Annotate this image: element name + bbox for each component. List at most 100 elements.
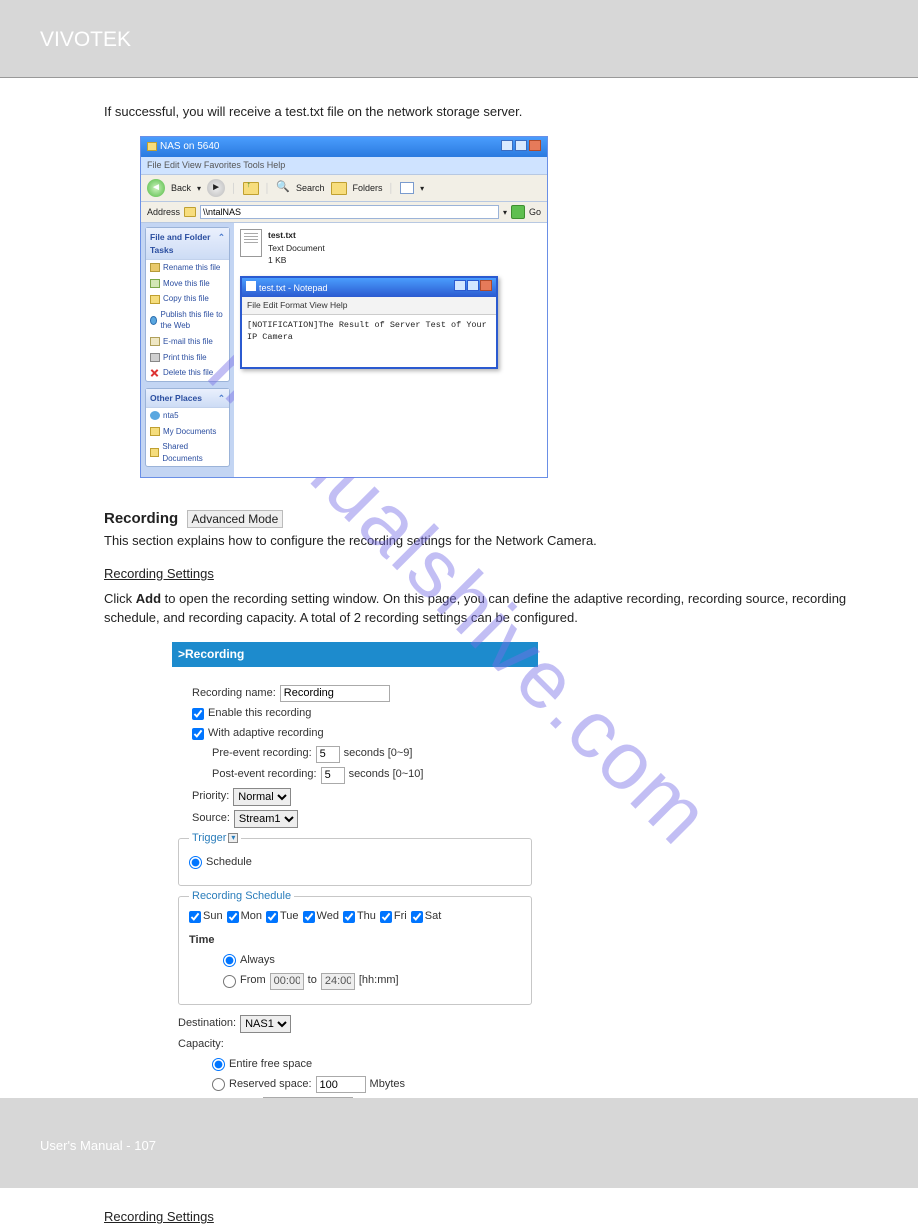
task-item[interactable]: Print this file (163, 352, 207, 364)
recording-settings-link[interactable]: Recording Settings (104, 1209, 214, 1224)
priority-label: Priority: (192, 789, 229, 805)
folders-icon[interactable] (331, 182, 347, 195)
print-icon (150, 353, 160, 362)
back-label[interactable]: Back (171, 182, 191, 195)
capacity-label: Capacity: (178, 1037, 224, 1053)
go-label[interactable]: Go (529, 206, 541, 219)
to-input[interactable] (321, 973, 355, 990)
adaptive-recording-checkbox[interactable] (192, 728, 204, 740)
notepad-body[interactable]: [NOTIFICATION]The Result of Server Test … (242, 315, 496, 367)
hhmm-hint: [hh:mm] (359, 973, 399, 989)
notepad-window: test.txt - Notepad File Edit Format View… (240, 276, 498, 368)
minimize-icon[interactable] (454, 280, 466, 291)
pre-event-label: Pre-event recording: (212, 746, 312, 762)
close-icon[interactable] (480, 280, 492, 291)
day-label: Thu (357, 909, 376, 925)
file-name: test.txt (268, 229, 325, 241)
day-sat-checkbox[interactable] (411, 911, 423, 923)
post-event-input[interactable] (321, 767, 345, 784)
tasks-panel: File and Folder Tasks⌃ Rename this file … (145, 227, 230, 381)
pre-event-suffix: seconds [0~9] (344, 746, 413, 762)
day-mon-checkbox[interactable] (227, 911, 239, 923)
header-band: VIVOTEK (0, 0, 918, 78)
explorer-title: NAS on 5640 (147, 140, 220, 155)
maximize-icon[interactable] (467, 280, 479, 291)
go-button[interactable] (511, 205, 525, 219)
footer-left: User's Manual - 107 (40, 1138, 156, 1153)
recording-name-input[interactable] (280, 685, 390, 702)
destination-select[interactable]: NAS1 (240, 1015, 291, 1033)
trigger-legend: Trigger▾ (189, 831, 241, 847)
entire-space-radio[interactable] (212, 1058, 225, 1071)
task-item[interactable]: Move this file (163, 278, 210, 290)
task-item[interactable]: Rename this file (163, 262, 220, 274)
always-label: Always (240, 953, 275, 969)
page-body: If successful, you will receive a test.t… (0, 78, 918, 1227)
copy-icon (150, 295, 160, 304)
task-item[interactable]: Publish this file to the Web (160, 309, 225, 332)
delete-icon (150, 368, 160, 377)
collapse-icon[interactable]: ⌃ (218, 392, 225, 404)
notepad-menu[interactable]: File Edit Format View Help (242, 297, 496, 314)
file-item[interactable]: test.txt Text Document 1 KB (240, 229, 541, 266)
minimize-icon[interactable] (501, 140, 513, 151)
email-icon (150, 337, 160, 346)
reserved-space-input[interactable] (316, 1076, 366, 1093)
other-item[interactable]: nta5 (163, 410, 179, 422)
day-thu-checkbox[interactable] (343, 911, 355, 923)
text-file-icon (240, 229, 262, 257)
legend-dropdown-icon[interactable]: ▾ (228, 833, 238, 843)
notepad-controls (453, 280, 492, 295)
day-fri-checkbox[interactable] (380, 911, 392, 923)
tasks-panel-title: File and Folder Tasks (150, 231, 218, 256)
always-radio[interactable] (223, 954, 236, 967)
publish-icon (150, 316, 157, 325)
to-label: to (308, 973, 317, 989)
intro-text: If successful, you will receive a test.t… (104, 103, 878, 122)
post-event-label: Post-event recording: (212, 767, 317, 783)
reserved-space-label: Reserved space: (229, 1077, 312, 1093)
priority-select[interactable]: Normal (233, 788, 291, 806)
address-label: Address (147, 206, 180, 219)
from-radio[interactable] (223, 975, 236, 988)
days-row: Sun Mon Tue Wed Thu Fri Sat (189, 909, 521, 925)
reserved-space-radio[interactable] (212, 1078, 225, 1091)
close-icon[interactable] (529, 140, 541, 151)
address-input[interactable] (200, 205, 499, 219)
search-label[interactable]: Search (296, 182, 325, 195)
forward-icon[interactable]: ► (207, 179, 225, 197)
maximize-icon[interactable] (515, 140, 527, 151)
source-label: Source: (192, 811, 230, 827)
advanced-mode-badge: Advanced Mode (187, 510, 284, 528)
mydocs-icon (150, 427, 160, 436)
from-input[interactable] (270, 973, 304, 990)
trigger-fieldset: Trigger▾ Schedule (178, 838, 532, 886)
task-item[interactable]: Copy this file (163, 293, 209, 305)
task-item[interactable]: Delete this file (163, 367, 213, 379)
other-item[interactable]: My Documents (163, 426, 216, 438)
day-sun-checkbox[interactable] (189, 911, 201, 923)
subsection-recording-settings: Recording Settings (104, 565, 878, 584)
other-item[interactable]: Shared Documents (162, 441, 225, 464)
recording-titlebar: >Recording (172, 642, 538, 667)
task-item[interactable]: E-mail this file (163, 336, 213, 348)
enable-recording-checkbox[interactable] (192, 708, 204, 720)
folders-label[interactable]: Folders (353, 182, 383, 195)
views-icon[interactable] (400, 182, 414, 194)
up-folder-icon[interactable]: ↑ (243, 182, 259, 195)
notepad-icon (246, 281, 256, 291)
day-label: Tue (280, 909, 299, 925)
pre-event-input[interactable] (316, 746, 340, 763)
day-tue-checkbox[interactable] (266, 911, 278, 923)
adaptive-recording-label: With adaptive recording (208, 726, 324, 742)
address-bar: Address ▾ Go (141, 202, 547, 223)
schedule-radio[interactable] (189, 856, 202, 869)
explorer-titlebar: NAS on 5640 (141, 137, 547, 158)
brand-title: VIVOTEK (0, 0, 918, 52)
collapse-icon[interactable]: ⌃ (218, 231, 225, 256)
day-wed-checkbox[interactable] (303, 911, 315, 923)
search-icon[interactable]: 🔍 (276, 180, 290, 196)
back-icon[interactable]: ◄ (147, 179, 165, 197)
explorer-menu[interactable]: File Edit View Favorites Tools Help (141, 157, 547, 174)
source-select[interactable]: Stream1 (234, 810, 298, 828)
